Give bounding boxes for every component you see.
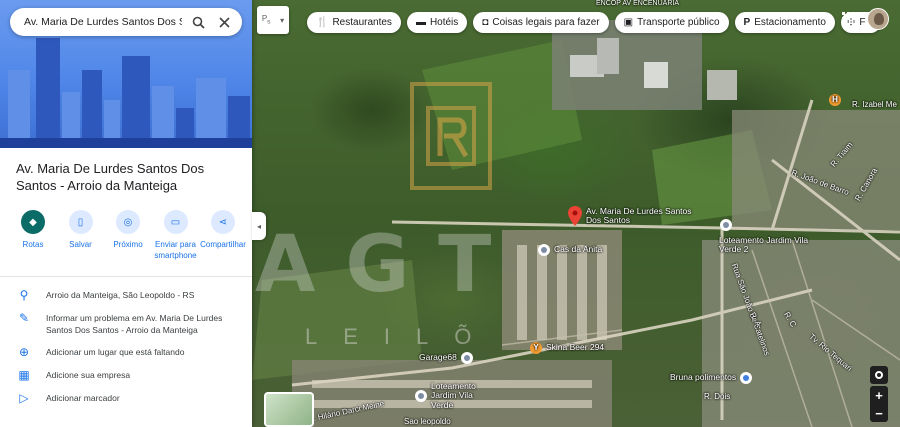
chip-restaurantes[interactable]: 🍴 Restaurantes	[307, 12, 401, 33]
location-pin-icon: ⚲	[19, 288, 29, 302]
share-icon: ⋖	[211, 210, 235, 234]
selected-location-pin-icon[interactable]	[568, 206, 582, 226]
shop-icon	[740, 372, 753, 384]
layer-toggle[interactable]: Ps ▾	[257, 6, 289, 34]
street-label: R. Dois	[704, 392, 731, 401]
poi-loteamento-vila-verde-2-label: Loteamento Jardim Vila Verde 2	[719, 235, 809, 255]
share-button[interactable]: ⋖ Compartilhar	[200, 210, 246, 261]
layers-thumbnail-button[interactable]	[264, 392, 314, 427]
transit-icon: ▣	[623, 17, 634, 28]
chip-transporte[interactable]: ▣ Transporte público	[614, 12, 729, 33]
zoom-in-button[interactable]: +	[875, 389, 883, 402]
store-icon: ▦	[18, 368, 30, 382]
chevron-left-icon: ◂	[256, 221, 261, 231]
chevron-down-icon: ▾	[280, 15, 285, 25]
poi-encop: ENCOP AV ENCENUARIA	[596, 0, 679, 7]
bar-icon: Y	[530, 342, 542, 354]
poi-loteamento-vila-verde[interactable]: Loteamento Jardim Vila Verde	[415, 381, 491, 410]
info-add-missing-place[interactable]: ⊕ Adicionar um lugar que está faltando	[0, 345, 252, 359]
poi-marker-icon	[538, 244, 550, 256]
poi-marker-icon	[720, 219, 732, 231]
pin-label: Av. Maria De Lurdes Santos Dos Santos	[586, 206, 692, 226]
poi-skina-beer[interactable]: Y Skina Beer 294	[530, 342, 604, 354]
info-add-label[interactable]: ▷ Adicionar marcador	[0, 391, 252, 405]
search-icon[interactable]	[188, 12, 208, 32]
divider	[0, 276, 252, 277]
layer-label: Ps	[261, 14, 271, 26]
bookmark-icon: ▯	[68, 210, 93, 234]
collapse-panel-button[interactable]: ◂	[252, 212, 266, 240]
poi-marker-icon	[415, 390, 427, 403]
my-location-button[interactable]	[870, 366, 888, 384]
pencil-icon: ✎	[18, 311, 30, 325]
info-list: ⚲ Arroio da Manteiga, São Leopoldo - RS …	[0, 288, 252, 414]
category-chips: 🍴 Restaurantes ▬ Hotéis ◘ Coisas legais …	[307, 12, 881, 33]
avatar[interactable]	[867, 8, 889, 30]
info-add-business[interactable]: ▦ Adicione sua empresa	[0, 368, 252, 382]
info-report-problem[interactable]: ✎ Informar um problema em Av. Maria De L…	[0, 311, 252, 336]
place-title: Av. Maria De Lurdes Santos Dos Santos - …	[16, 161, 205, 193]
send-to-phone-button[interactable]: ▭ Enviar para smartphone	[153, 210, 199, 261]
chip-estacionamento[interactable]: P Estacionamento	[734, 12, 835, 33]
poi-loteamento-vila-verde-2[interactable]	[720, 219, 732, 231]
label-icon: ▷	[19, 391, 29, 405]
poi-hotel[interactable]: H	[829, 94, 841, 106]
camera-icon: ◘	[482, 17, 489, 28]
parking-icon: P	[743, 17, 751, 28]
add-place-icon: ⊕	[18, 345, 30, 359]
info-address[interactable]: ⚲ Arroio da Manteiga, São Leopoldo - RS	[0, 288, 252, 302]
close-icon[interactable]	[214, 12, 234, 32]
search-input[interactable]: Av. Maria De Lurdes Santos Dos Santos	[24, 16, 182, 28]
poi-bruna-polimentos[interactable]: Bruna polimentos	[670, 372, 753, 384]
action-bar: ◆ Rotas ▯ Salvar ◎ Próximo ▭ Enviar para…	[10, 210, 246, 261]
restaurant-icon: 🍴	[316, 17, 329, 28]
poi-garage68[interactable]: Garage68	[419, 352, 473, 364]
save-button[interactable]: ▯ Salvar	[58, 210, 104, 261]
apps-grid-icon[interactable]	[842, 12, 856, 26]
hotel-icon: ▬	[415, 17, 426, 28]
directions-button[interactable]: ◆ Rotas	[10, 210, 56, 261]
chip-coisas-legais[interactable]: ◘ Coisas legais para fazer	[473, 12, 609, 33]
street-label: R. Izabel Me	[852, 100, 897, 109]
poi-cas-da-anita[interactable]: Cas da Anita	[538, 244, 602, 256]
locate-icon	[875, 371, 883, 379]
nearby-button[interactable]: ◎ Próximo	[105, 210, 151, 261]
street-label: Sao leopoldo	[404, 417, 451, 426]
phone-icon: ▭	[163, 210, 188, 234]
zoom-controls: + −	[870, 386, 888, 422]
directions-icon: ◆	[21, 210, 45, 234]
search-box[interactable]: Av. Maria De Lurdes Santos Dos Santos	[10, 8, 242, 36]
hotel-marker-icon: H	[829, 94, 841, 106]
place-panel: Av. Maria De Lurdes Santos Dos Santos Av…	[0, 0, 252, 427]
nearby-icon: ◎	[116, 210, 140, 234]
zoom-out-button[interactable]: −	[875, 407, 883, 420]
poi-marker-icon	[460, 352, 473, 364]
chip-hoteis[interactable]: ▬ Hotéis	[406, 12, 468, 33]
